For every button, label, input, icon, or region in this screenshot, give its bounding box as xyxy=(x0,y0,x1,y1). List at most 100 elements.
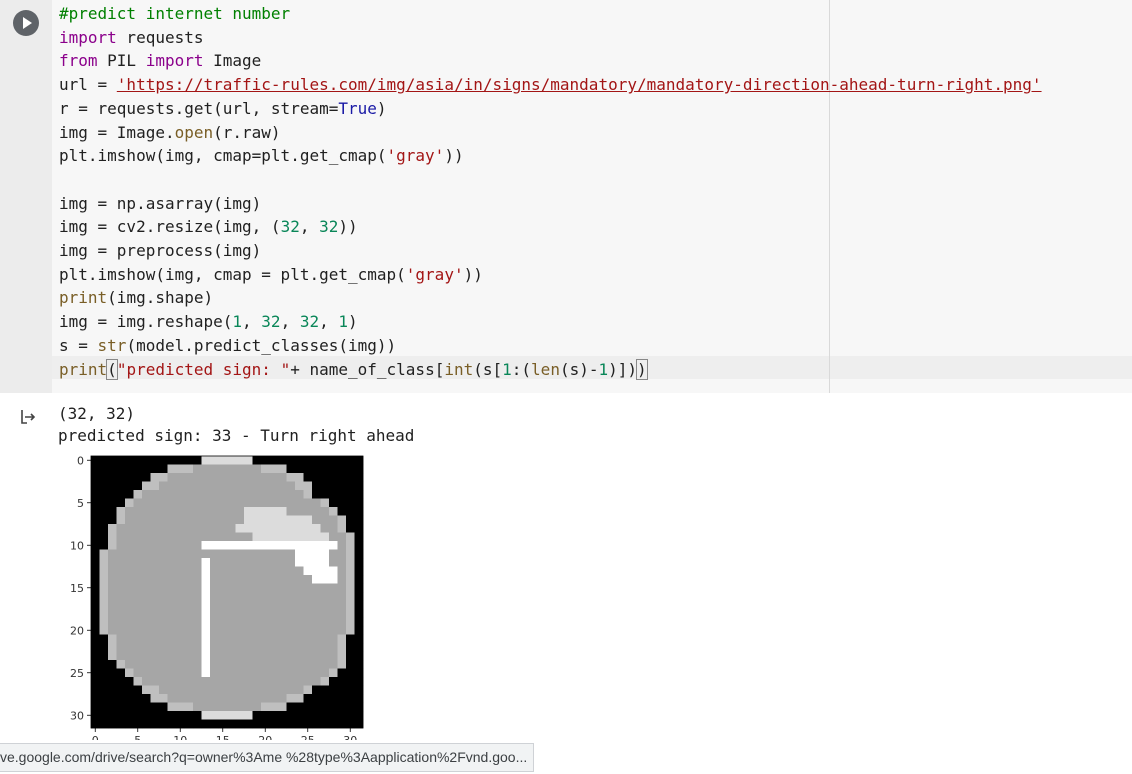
heatmap-cell xyxy=(167,558,177,567)
heatmap-cell xyxy=(295,532,304,542)
code-editor[interactable]: #predict internet number import requests… xyxy=(59,2,1042,381)
heatmap-cell xyxy=(201,634,211,644)
heatmap-cell xyxy=(210,592,219,601)
heatmap-cell xyxy=(235,643,245,652)
code-line[interactable]: r = requests.get(url, stream=True) xyxy=(59,99,387,118)
heatmap-cell xyxy=(346,626,355,635)
heatmap-cell xyxy=(159,694,168,703)
heatmap-cell xyxy=(235,711,245,720)
heatmap-cell xyxy=(227,668,236,678)
heatmap-cell xyxy=(133,634,143,644)
heatmap-cell xyxy=(244,532,253,542)
heatmap-cell xyxy=(91,507,100,516)
heatmap-cell xyxy=(218,498,228,508)
heatmap-cell xyxy=(133,464,143,474)
heatmap-cell xyxy=(337,592,347,601)
heatmap-cell xyxy=(244,541,253,550)
heatmap-cell xyxy=(303,634,313,644)
heatmap-cell xyxy=(193,549,202,559)
heatmap-cell xyxy=(176,685,185,695)
heatmap-cell xyxy=(125,600,134,610)
heatmap-cell xyxy=(210,600,219,610)
heatmap-cell xyxy=(150,643,160,652)
heatmap-cell xyxy=(295,617,304,627)
heatmap-cell xyxy=(337,532,347,542)
heatmap-cell xyxy=(150,566,160,576)
heatmap-cell xyxy=(91,583,100,593)
heatmap-cell xyxy=(320,609,330,618)
heatmap-cell xyxy=(235,549,245,559)
heatmap-cell xyxy=(252,566,262,576)
code-line[interactable]: img = Image.open(r.raw) xyxy=(59,123,281,142)
heatmap-cell xyxy=(227,694,236,703)
heatmap-cell xyxy=(201,456,211,465)
heatmap-cell xyxy=(337,617,347,627)
code-line[interactable]: img = np.asarray(img) xyxy=(59,194,261,213)
code-cell[interactable]: #predict internet number import requests… xyxy=(0,0,1132,393)
heatmap-cell xyxy=(159,711,168,720)
heatmap-cell xyxy=(286,464,296,474)
heatmap-cell xyxy=(201,685,211,695)
heatmap-cell xyxy=(269,490,279,499)
heatmap-cell xyxy=(176,583,185,593)
heatmap-cell xyxy=(269,575,279,584)
code-line[interactable]: print("predicted sign: "+ name_of_class[… xyxy=(59,358,648,380)
code-line[interactable]: plt.imshow(img, cmap=plt.get_cmap('gray'… xyxy=(59,146,464,165)
heatmap-cell xyxy=(193,532,202,542)
heatmap-cell xyxy=(227,507,236,516)
heatmap-cell xyxy=(159,498,168,508)
heatmap-cell xyxy=(133,702,143,712)
heatmap-cell xyxy=(252,702,262,712)
heatmap-cell xyxy=(116,481,126,491)
code-line[interactable]: plt.imshow(img, cmap = plt.get_cmap('gra… xyxy=(59,265,483,284)
heatmap-cell xyxy=(286,668,296,678)
code-line[interactable]: s = str(model.predict_classes(img)) xyxy=(59,336,396,355)
heatmap-cell xyxy=(261,549,270,559)
heatmap-cell xyxy=(159,481,168,491)
heatmap-cell xyxy=(354,575,364,584)
heatmap-cell xyxy=(167,651,177,661)
heatmap-cell xyxy=(235,609,245,618)
heatmap-cell xyxy=(142,481,151,491)
code-line[interactable]: #predict internet number xyxy=(59,4,290,23)
heatmap-cell xyxy=(176,711,185,720)
code-line[interactable]: img = img.reshape(1, 32, 32, 1) xyxy=(59,312,358,331)
heatmap-cell xyxy=(108,575,117,584)
heatmap-cell xyxy=(261,524,270,533)
heatmap-cell xyxy=(125,694,134,703)
heatmap-cell xyxy=(337,473,347,482)
code-line[interactable]: import requests xyxy=(59,28,204,47)
heatmap-cell xyxy=(244,524,253,533)
heatmap-cell xyxy=(184,626,194,635)
heatmap-cell xyxy=(125,515,134,525)
run-cell-button[interactable] xyxy=(13,10,39,36)
heatmap-cell xyxy=(278,515,287,525)
code-line[interactable]: url = 'https://traffic-rules.com/img/asi… xyxy=(59,75,1042,94)
heatmap-cell xyxy=(218,660,228,669)
heatmap-cell xyxy=(150,634,160,644)
code-line[interactable]: img = cv2.resize(img, (32, 32)) xyxy=(59,217,358,236)
code-line[interactable]: print(img.shape) xyxy=(59,288,213,307)
heatmap-cell xyxy=(252,592,262,601)
heatmap-cell xyxy=(116,702,126,712)
heatmap-cell xyxy=(99,719,109,729)
heatmap-cell xyxy=(99,711,109,720)
heatmap-cell xyxy=(320,456,330,465)
heatmap-cell xyxy=(261,702,270,712)
output-redirect-icon[interactable] xyxy=(19,408,37,426)
heatmap-cell xyxy=(286,677,296,686)
code-token: 1 xyxy=(338,312,348,332)
heatmap-cell xyxy=(201,575,211,584)
heatmap-cell xyxy=(167,719,177,729)
text-cursor xyxy=(646,359,648,378)
heatmap-cell xyxy=(133,609,143,618)
heatmap-cell xyxy=(99,600,109,610)
heatmap-cell xyxy=(159,600,168,610)
cell-output-text: (32, 32) predicted sign: 33 - Turn right… xyxy=(58,403,414,446)
heatmap-cell xyxy=(278,507,287,516)
code-line[interactable]: from PIL import Image xyxy=(59,51,261,70)
imshow-plot: 0 5 10 15 20 25 30 0 5 10 15 20 25 30 xyxy=(70,454,364,740)
heatmap-cell xyxy=(278,694,287,703)
heatmap-cell xyxy=(312,456,321,465)
code-line[interactable]: img = preprocess(img) xyxy=(59,241,261,260)
